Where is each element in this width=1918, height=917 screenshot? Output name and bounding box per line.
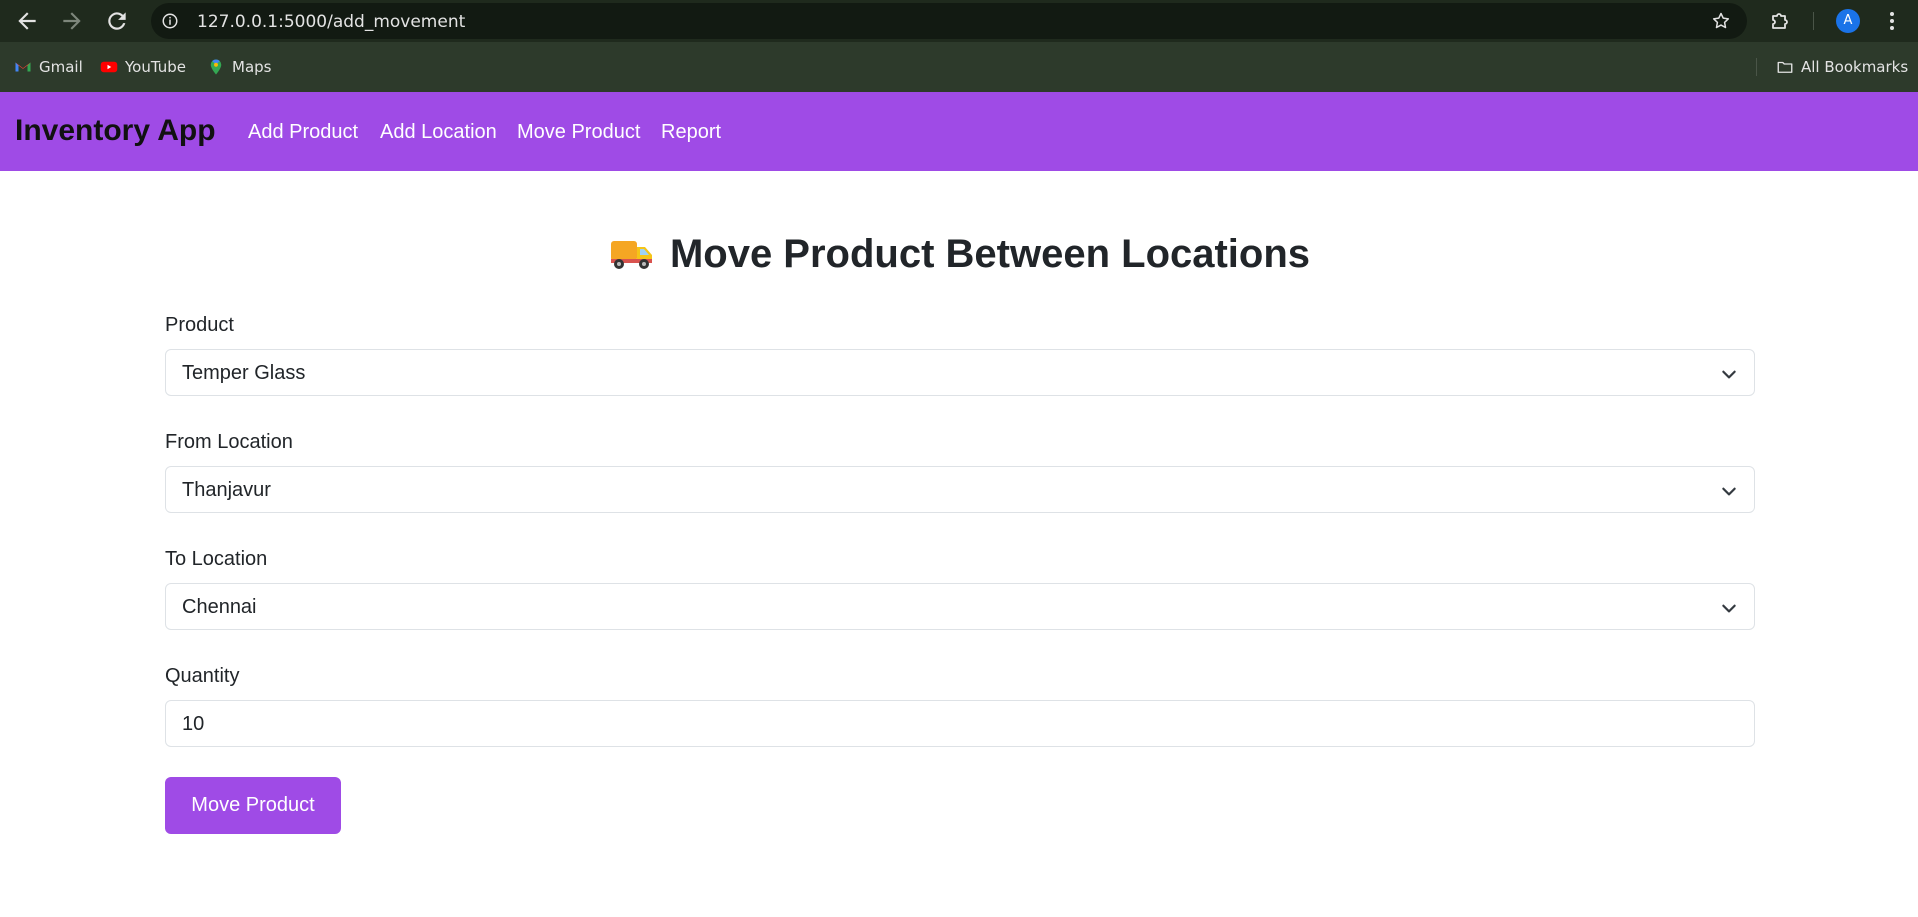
all-bookmarks-label: All Bookmarks (1801, 58, 1909, 76)
chevron-down-icon (1722, 487, 1736, 496)
brand-logo-text[interactable]: Inventory App (15, 114, 216, 148)
folder-icon (1777, 61, 1793, 73)
from-location-select[interactable]: Thanjavur (165, 466, 1755, 513)
url-text[interactable]: 127.0.0.1:5000/add_movement (197, 12, 465, 32)
bookmark-label: Maps (232, 58, 272, 76)
maps-icon (210, 59, 222, 75)
nav-link-add-location[interactable]: Add Location (380, 121, 497, 144)
bookmark-label: Gmail (39, 58, 83, 76)
address-bar[interactable]: 127.0.0.1:5000/add_movement (151, 3, 1747, 39)
product-select[interactable]: Temper Glass (165, 349, 1755, 396)
app-navbar: Inventory App Add Product Add Location M… (0, 92, 1918, 171)
quantity-label: Quantity (165, 665, 240, 687)
back-arrow-icon[interactable] (14, 8, 40, 34)
kebab-menu-icon[interactable] (1882, 9, 1902, 33)
quantity-input-value[interactable]: 10 (182, 713, 204, 736)
youtube-icon (100, 61, 118, 73)
page-title: Move Product Between Locations (165, 232, 1755, 277)
to-location-select-value: Chennai (182, 596, 257, 618)
nav-link-add-product[interactable]: Add Product (248, 121, 358, 144)
browser-toolbar: 127.0.0.1:5000/add_movement A (0, 0, 1918, 42)
product-select-value: Temper Glass (182, 362, 306, 384)
from-location-select-value: Thanjavur (182, 479, 271, 501)
bookmark-maps[interactable]: Maps (207, 56, 271, 78)
chevron-down-icon (1722, 604, 1736, 613)
bookmark-gmail[interactable]: Gmail (14, 56, 83, 78)
profile-avatar[interactable]: A (1836, 9, 1860, 33)
bookmark-star-icon[interactable] (1711, 11, 1731, 31)
all-bookmarks-button[interactable]: All Bookmarks (1776, 56, 1908, 78)
bookmark-label: YouTube (125, 58, 186, 76)
gmail-icon (15, 62, 31, 72)
delivery-truck-icon (610, 241, 652, 269)
bookmarks-bar: Gmail YouTube Maps All Bookmarks (0, 42, 1918, 92)
extensions-puzzle-icon[interactable] (1768, 9, 1792, 33)
from-location-label: From Location (165, 431, 293, 453)
quantity-input[interactable]: 10 (165, 700, 1755, 747)
product-label: Product (165, 314, 234, 336)
to-location-select[interactable]: Chennai (165, 583, 1755, 630)
bookmark-youtube[interactable]: YouTube (100, 56, 186, 78)
nav-link-move-product[interactable]: Move Product (517, 121, 640, 144)
chevron-down-icon (1722, 370, 1736, 379)
toolbar-divider (1813, 12, 1814, 30)
reload-icon[interactable] (104, 8, 130, 34)
nav-link-report[interactable]: Report (661, 121, 721, 144)
forward-arrow-icon[interactable] (59, 8, 85, 34)
site-info-icon[interactable] (161, 12, 179, 30)
to-location-label: To Location (165, 548, 268, 570)
move-product-button[interactable]: Move Product (165, 777, 341, 834)
bookmarks-divider (1756, 58, 1757, 76)
page-title-text: Move Product Between Locations (669, 232, 1311, 276)
